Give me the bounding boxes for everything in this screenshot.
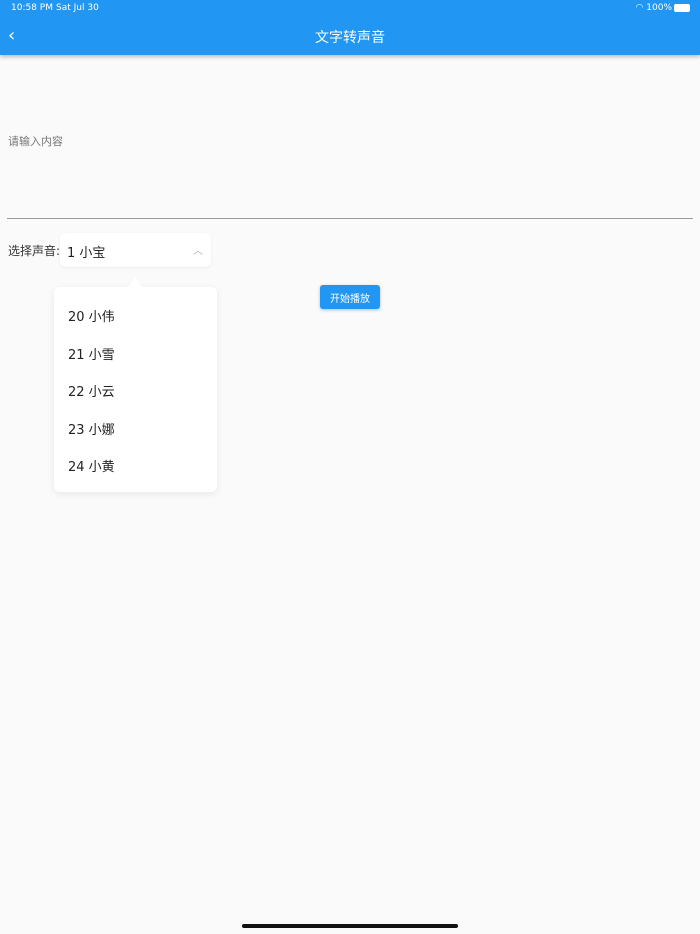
- voice-option[interactable]: 24 小黄: [54, 449, 217, 487]
- wifi-icon: ◠: [635, 3, 647, 13]
- input-underline: [7, 218, 693, 219]
- voice-selected-value: 1 小宝: [67, 246, 106, 261]
- home-indicator[interactable]: [242, 924, 458, 928]
- start-play-button[interactable]: 开始播放: [320, 285, 380, 309]
- status-battery: ◠ 100%: [636, 3, 690, 13]
- voice-label: 选择声音:: [8, 244, 61, 258]
- voice-option[interactable]: 20 小伟: [54, 299, 217, 337]
- battery-percent: 100%: [646, 3, 672, 13]
- status-date: Sat Jul 30: [56, 3, 99, 13]
- page-title: 文字转声音: [315, 30, 385, 46]
- text-input[interactable]: 请输入内容: [8, 133, 63, 149]
- voice-option[interactable]: 23 小娜: [54, 412, 217, 450]
- status-time: 10:58 PM: [11, 3, 53, 13]
- chevron-up-icon: ︿: [193, 246, 203, 257]
- voice-option[interactable]: 21 小雪: [54, 337, 217, 375]
- battery-icon: [674, 3, 690, 12]
- app-bar: 10:58 PM Sat Jul 30 ◠ 100% ‹ 文字转声音: [0, 0, 700, 55]
- voice-options-menu: 20 小伟 21 小雪 22 小云 23 小娜 24 小黄: [54, 277, 217, 492]
- voice-dropdown[interactable]: 1 小宝 ︿: [60, 233, 211, 267]
- voice-option[interactable]: 22 小云: [54, 374, 217, 412]
